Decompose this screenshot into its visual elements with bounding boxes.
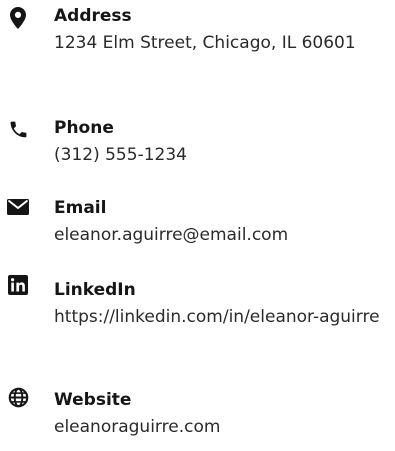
envelope-icon <box>7 196 29 218</box>
email-link[interactable]: eleanor.aguirre@email.com <box>54 222 381 249</box>
address-label: Address <box>54 6 132 26</box>
linkedin-label: LinkedIn <box>54 280 136 300</box>
website-link[interactable]: eleanoraguirre.com <box>54 414 381 441</box>
phone-value: (312) 555-1234 <box>54 145 187 165</box>
website-label: Website <box>54 390 132 410</box>
phone-label: Phone <box>54 118 114 138</box>
linkedin-link[interactable]: https://linkedin.com/in/eleanor-aguirre <box>54 304 381 331</box>
contact-list: Address 1234 Elm Street, Chicago, IL 606… <box>0 0 395 451</box>
linkedin-icon <box>7 274 29 296</box>
email-label: Email <box>54 198 107 218</box>
globe-icon <box>7 386 29 408</box>
map-marker-icon <box>7 7 29 29</box>
phone-icon <box>7 118 29 140</box>
address-value: 1234 Elm Street, Chicago, IL 60601 <box>54 33 356 53</box>
